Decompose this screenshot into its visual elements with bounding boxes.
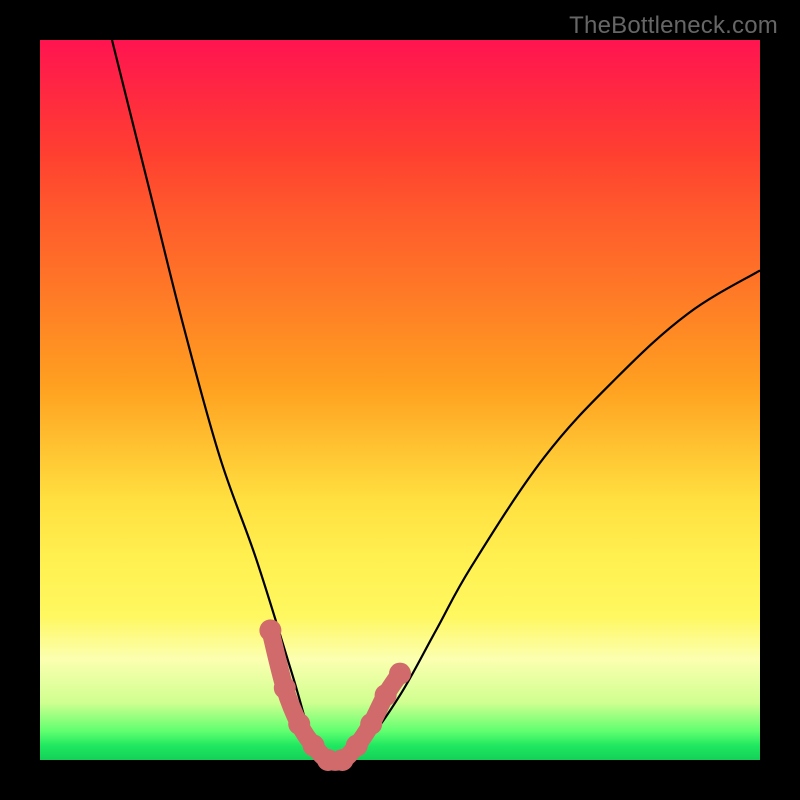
highlight-point xyxy=(288,713,310,735)
plot-area xyxy=(40,40,760,760)
highlight-point xyxy=(259,619,281,641)
curve-svg xyxy=(40,40,760,760)
highlight-point xyxy=(274,677,296,699)
bottleneck-curve xyxy=(112,40,760,762)
highlight-point xyxy=(360,713,382,735)
highlight-point xyxy=(389,663,411,685)
watermark-text: TheBottleneck.com xyxy=(569,12,778,40)
highlight-point xyxy=(375,684,397,706)
chart-container: TheBottleneck.com xyxy=(0,0,800,800)
highlight-markers xyxy=(259,619,411,771)
highlight-point xyxy=(346,735,368,757)
